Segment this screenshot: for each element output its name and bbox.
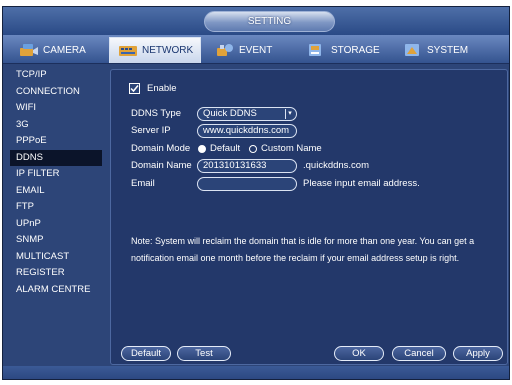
- email-label: Email: [131, 178, 155, 189]
- window-title: SETTING: [204, 11, 335, 32]
- bottom-strip: [3, 366, 509, 379]
- tab-event-label: EVENT: [239, 44, 273, 56]
- ddns-type-label: DDNS Type: [131, 108, 181, 119]
- storage-icon: [307, 42, 327, 58]
- sidebar-item-3g[interactable]: 3G: [10, 117, 102, 134]
- main-tab-bar: CAMERA NETWORK EVENT STORAGE SYSTEM: [3, 35, 509, 64]
- ddns-settings-panel: Enable DDNS Type Quick DDNS ▾ Server IP …: [110, 69, 508, 365]
- camera-icon: [19, 42, 39, 58]
- domain-mode-label: Domain Mode: [131, 143, 191, 154]
- enable-label: Enable: [147, 83, 177, 94]
- domain-suffix: .quickddns.com: [303, 160, 370, 171]
- domain-mode-default-label: Default: [210, 143, 241, 154]
- domain-mode-default-radio[interactable]: [198, 145, 206, 153]
- sidebar-item-ddns[interactable]: DDNS: [10, 149, 102, 166]
- sidebar-item-pppoe[interactable]: PPPoE: [10, 133, 102, 150]
- network-icon: [118, 43, 138, 59]
- ddns-type-select[interactable]: Quick DDNS ▾: [197, 107, 297, 121]
- server-ip-field[interactable]: www.quickddns.com: [197, 124, 297, 138]
- tab-network-label: NETWORK: [142, 45, 194, 56]
- tab-camera[interactable]: CAMERA: [11, 37, 107, 63]
- tab-system[interactable]: SYSTEM: [399, 37, 491, 63]
- title-strip: SETTING: [3, 7, 509, 35]
- ok-button[interactable]: OK: [334, 346, 384, 361]
- email-hint: Please input email address.: [303, 178, 420, 189]
- tab-event[interactable]: EVENT: [209, 37, 293, 63]
- domain-name-label: Domain Name: [131, 160, 192, 171]
- sidebar-item-register[interactable]: REGISTER: [10, 265, 102, 282]
- sidebar-item-ftp[interactable]: FTP: [10, 199, 102, 216]
- sidebar-item-email[interactable]: EMAIL: [10, 183, 102, 200]
- sidebar-item-snmp[interactable]: SNMP: [10, 232, 102, 249]
- enable-checkbox[interactable]: [129, 83, 140, 94]
- sidebar-item-multicast[interactable]: MULTICAST: [10, 249, 102, 266]
- tab-network[interactable]: NETWORK: [109, 37, 201, 63]
- tab-storage-label: STORAGE: [331, 44, 380, 56]
- ddns-type-value: Quick DDNS: [203, 108, 257, 119]
- sidebar-item-ip-filter[interactable]: IP FILTER: [10, 166, 102, 183]
- apply-button[interactable]: Apply: [453, 346, 503, 361]
- tab-system-label: SYSTEM: [427, 44, 469, 56]
- email-field[interactable]: [197, 177, 297, 191]
- tab-storage[interactable]: STORAGE: [303, 37, 391, 63]
- network-sidebar: TCP/IP CONNECTION WIFI 3G PPPoE DDNS IP …: [10, 67, 102, 365]
- domain-name-field[interactable]: 201310131633: [197, 159, 297, 173]
- default-button[interactable]: Default: [121, 346, 171, 361]
- cancel-button[interactable]: Cancel: [392, 346, 446, 361]
- sidebar-item-upnp[interactable]: UPnP: [10, 216, 102, 233]
- server-ip-label: Server IP: [131, 125, 171, 136]
- sidebar-item-wifi[interactable]: WIFI: [10, 100, 102, 117]
- system-icon: [403, 42, 423, 58]
- domain-mode-custom-label: Custom Name: [261, 143, 322, 154]
- chevron-down-icon: ▾: [285, 109, 294, 119]
- reclaim-note: Note: System will reclaim the domain tha…: [131, 236, 475, 263]
- sidebar-item-connection[interactable]: CONNECTION: [10, 84, 102, 101]
- tab-camera-label: CAMERA: [43, 44, 86, 56]
- sidebar-item-alarm-centre[interactable]: ALARM CENTRE: [10, 282, 102, 299]
- test-button[interactable]: Test: [177, 346, 231, 361]
- domain-mode-custom-radio[interactable]: [249, 145, 257, 153]
- sidebar-item-tcpip[interactable]: TCP/IP: [10, 67, 102, 84]
- event-icon: [215, 42, 235, 58]
- check-icon: [130, 85, 139, 93]
- settings-window: SETTING CAMERA NETWORK EVENT STORAGE SYS…: [2, 6, 510, 380]
